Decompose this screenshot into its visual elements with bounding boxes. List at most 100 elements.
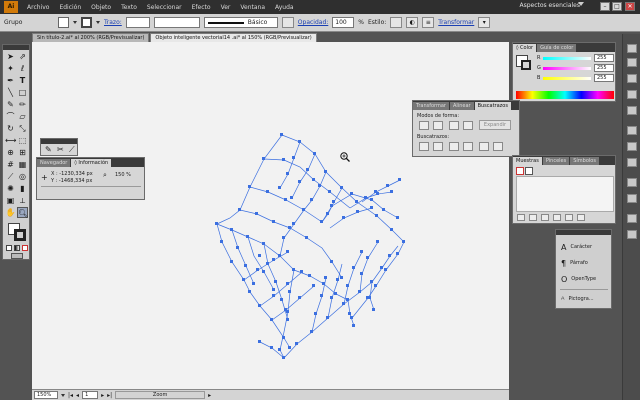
menu-objeto[interactable]: Objeto bbox=[86, 4, 116, 11]
next-page-icon[interactable]: ▸ bbox=[101, 392, 104, 399]
tab-simbolos[interactable]: Símbolos bbox=[570, 157, 599, 165]
first-page-icon[interactable]: |◂ bbox=[68, 392, 73, 399]
exclude-icon[interactable] bbox=[463, 121, 473, 130]
swatch-grid[interactable] bbox=[516, 176, 614, 212]
gradient-icon[interactable] bbox=[627, 142, 637, 151]
new-swatch-icon[interactable] bbox=[564, 214, 573, 221]
rectangle-tool-icon[interactable]: □ bbox=[17, 87, 28, 98]
column-graph-tool-icon[interactable]: ▮ bbox=[17, 183, 28, 194]
tab-informacion[interactable]: ◊ Información bbox=[71, 159, 112, 167]
chevron-down-icon[interactable] bbox=[61, 393, 65, 397]
new-color-group-icon[interactable] bbox=[552, 214, 561, 221]
menu-edicion[interactable]: Edición bbox=[54, 4, 86, 11]
minus-back-icon[interactable] bbox=[493, 142, 503, 151]
color-mode-icon[interactable] bbox=[6, 245, 12, 251]
tools-panel-grip[interactable] bbox=[3, 45, 29, 50]
tab-pinceles[interactable]: Pinceles bbox=[542, 157, 570, 165]
shape-builder-tool-icon[interactable]: ⊕ bbox=[5, 147, 16, 158]
knife-tool-icon[interactable]: ⟋ bbox=[69, 145, 75, 155]
channel-b-slider[interactable] bbox=[543, 77, 591, 80]
scissors-tool-icon[interactable]: ✂ bbox=[57, 145, 64, 154]
menu-ver[interactable]: Ver bbox=[216, 4, 236, 11]
swatches-icon[interactable] bbox=[627, 74, 637, 83]
status-menu-icon[interactable]: ▸ bbox=[208, 392, 211, 399]
graphic-styles-icon[interactable] bbox=[627, 194, 637, 203]
gradient-tool-icon[interactable]: ▦ bbox=[17, 159, 28, 170]
transform-link[interactable]: Transformar bbox=[438, 19, 474, 26]
appearance-icon[interactable] bbox=[627, 178, 637, 187]
opacity-field[interactable]: 100 bbox=[332, 17, 355, 28]
width-tool-icon[interactable]: ⟷ bbox=[5, 135, 16, 146]
minus-front-icon[interactable] bbox=[433, 121, 443, 130]
minimize-icon[interactable]: – bbox=[600, 2, 610, 11]
layers-icon[interactable] bbox=[627, 214, 637, 223]
fill-swatch[interactable] bbox=[58, 17, 69, 28]
tab-transformar[interactable]: Transformar bbox=[413, 102, 449, 110]
blend-tool-icon[interactable]: ◎ bbox=[17, 171, 28, 182]
trash-icon[interactable] bbox=[576, 214, 585, 221]
rotate-tool-icon[interactable]: ↻ bbox=[5, 123, 16, 134]
pencil-tool-icon[interactable]: ✎ bbox=[45, 145, 52, 154]
swatch-libraries-icon[interactable] bbox=[517, 214, 525, 221]
divide-icon[interactable] bbox=[419, 142, 429, 151]
chevron-down-icon[interactable] bbox=[73, 21, 77, 24]
artboard-tool-icon[interactable]: ▣ bbox=[5, 195, 16, 206]
close-icon[interactable]: ✕ bbox=[625, 2, 635, 11]
scale-tool-icon[interactable]: ⤡ bbox=[17, 123, 28, 134]
unite-icon[interactable] bbox=[419, 121, 429, 130]
prev-page-icon[interactable]: ◂ bbox=[76, 392, 79, 399]
tab-alinear[interactable]: Alinear bbox=[450, 102, 474, 110]
channel-r-slider[interactable] bbox=[543, 57, 591, 60]
tab-objeto-inteligente[interactable]: Objeto inteligente vectorial14 .ai* al 1… bbox=[150, 33, 317, 42]
style-swatch[interactable] bbox=[281, 17, 294, 28]
eraser-tool-icon[interactable]: ▱ bbox=[17, 111, 28, 122]
menu-seleccionar[interactable]: Seleccionar bbox=[142, 4, 187, 11]
brush-definition-dropdown[interactable]: Básico bbox=[203, 17, 278, 28]
slice-tool-icon[interactable]: ⟂ bbox=[17, 195, 28, 206]
channel-g-slider[interactable] bbox=[543, 67, 591, 70]
type-tool-icon[interactable]: T bbox=[17, 75, 28, 86]
zoom-level-field[interactable]: 150% bbox=[34, 391, 58, 399]
free-transform-tool-icon[interactable]: ⬚ bbox=[17, 135, 28, 146]
symbol-sprayer-tool-icon[interactable]: ✺ bbox=[5, 183, 16, 194]
show-kinds-icon[interactable] bbox=[528, 214, 537, 221]
color-panel-icon[interactable] bbox=[627, 44, 637, 53]
expand-button[interactable]: Expandir bbox=[479, 120, 511, 130]
zoom-tool-icon[interactable]: 🔍︎ bbox=[17, 207, 28, 218]
tab-sin-titulo[interactable]: Sin título-2.ai* al 200% (RGB/Previsuali… bbox=[32, 33, 150, 42]
graphic-style-swatch[interactable] bbox=[390, 17, 403, 28]
panel-menu-icon[interactable]: ▾ bbox=[478, 17, 491, 28]
stroke-color-swatch[interactable] bbox=[521, 60, 531, 70]
perspective-grid-tool-icon[interactable]: ⊞ bbox=[17, 147, 28, 158]
direct-selection-tool-icon[interactable]: ⇗ bbox=[17, 51, 28, 62]
swatch-registration[interactable] bbox=[525, 167, 533, 175]
current-tool-field[interactable]: Zoom bbox=[115, 391, 206, 399]
blob-brush-tool-icon[interactable]: ⌒ bbox=[5, 111, 16, 122]
last-page-icon[interactable]: ▸| bbox=[107, 392, 112, 399]
lasso-tool-icon[interactable]: ℓ bbox=[17, 63, 28, 74]
recolor-artwork-icon[interactable]: ◐ bbox=[406, 17, 419, 28]
stroke-link[interactable]: Trazo: bbox=[104, 19, 122, 26]
variable-width-dropdown[interactable] bbox=[153, 17, 200, 28]
menu-ayuda[interactable]: Ayuda bbox=[270, 4, 299, 11]
eyedropper-tool-icon[interactable]: ⟋ bbox=[5, 171, 16, 182]
menu-efecto[interactable]: Efecto bbox=[187, 4, 216, 11]
menu-texto[interactable]: Texto bbox=[116, 4, 142, 11]
maximize-icon[interactable]: □ bbox=[612, 2, 622, 11]
merge-icon[interactable] bbox=[449, 142, 459, 151]
menu-archivo[interactable]: Archivo bbox=[22, 4, 54, 11]
workspace-switcher[interactable]: Aspectos esenciales bbox=[519, 2, 580, 9]
stroke-icon[interactable] bbox=[627, 126, 637, 135]
gradient-mode-icon[interactable] bbox=[14, 245, 20, 251]
stroke-swatch[interactable] bbox=[81, 17, 92, 28]
panel-grip[interactable] bbox=[556, 230, 611, 235]
stroke-weight-field[interactable] bbox=[125, 17, 150, 28]
pen-tool-icon[interactable]: ✒ bbox=[5, 75, 16, 86]
glyphs-panel-item[interactable]: ᴬ Pictogra... bbox=[561, 294, 611, 304]
pencil-tool-icon[interactable]: ✏ bbox=[17, 99, 28, 110]
brushes-icon[interactable] bbox=[627, 90, 637, 99]
hand-tool-icon[interactable]: ✋ bbox=[5, 207, 16, 218]
none-mode-icon[interactable] bbox=[22, 245, 28, 251]
mesh-tool-icon[interactable]: # bbox=[5, 159, 16, 170]
line-tool-icon[interactable]: ╲ bbox=[5, 87, 16, 98]
